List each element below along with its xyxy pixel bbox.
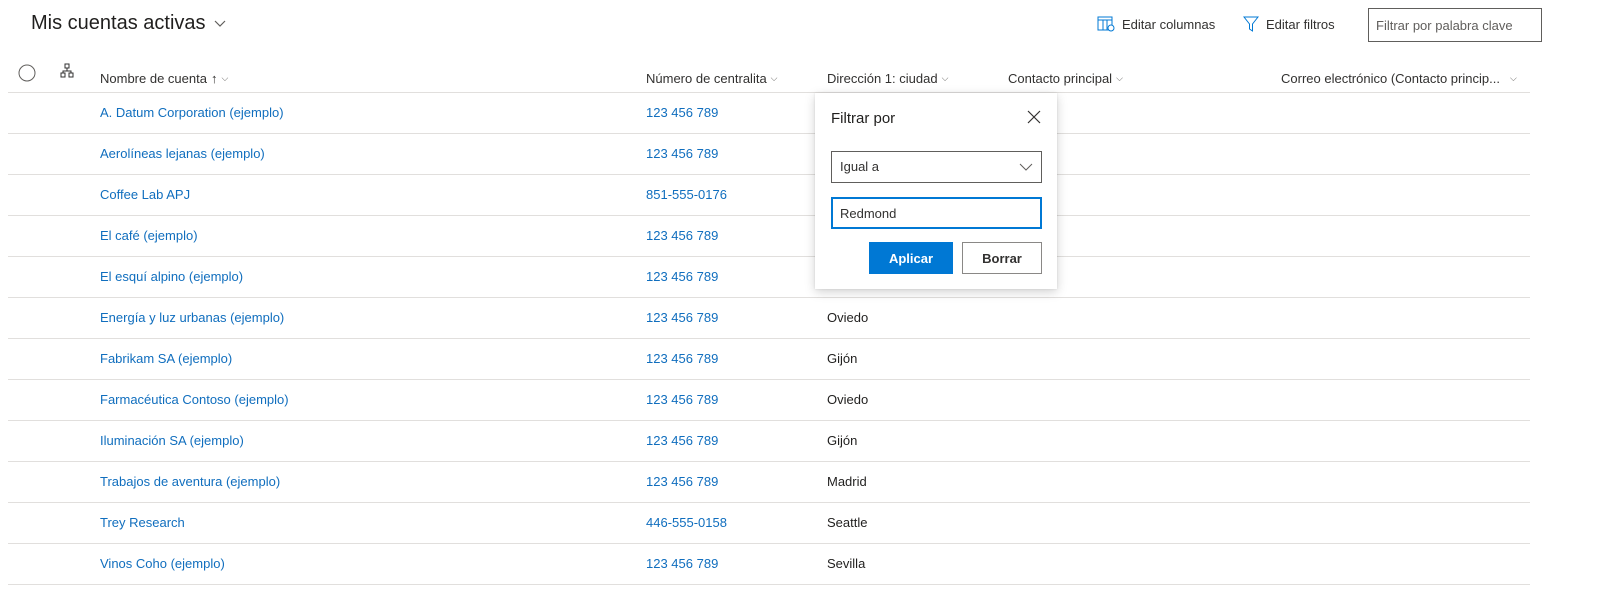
phone-link[interactable]: 123 456 789 bbox=[646, 544, 718, 584]
select-all-checkbox[interactable] bbox=[18, 64, 36, 82]
account-name-link[interactable]: A. Datum Corporation (ejemplo) bbox=[100, 93, 284, 133]
account-name-link[interactable]: Trabajos de aventura (ejemplo) bbox=[100, 462, 280, 502]
table-row[interactable]: El café (ejemplo) 123 456 789 bbox=[8, 216, 1530, 257]
table-row[interactable]: Trabajos de aventura (ejemplo) 123 456 7… bbox=[8, 462, 1530, 503]
sort-ascending-icon: ↑ bbox=[210, 71, 218, 86]
edit-columns-button[interactable]: Editar columnas bbox=[1097, 16, 1215, 32]
city-cell: Gijón bbox=[827, 433, 858, 448]
phone-link[interactable]: 123 456 789 bbox=[646, 298, 718, 338]
table-row[interactable]: Farmacéutica Contoso (ejemplo) 123 456 7… bbox=[8, 380, 1530, 421]
account-name-link[interactable]: Aerolíneas lejanas (ejemplo) bbox=[100, 134, 265, 174]
account-name-link[interactable]: Trey Research bbox=[100, 503, 185, 543]
city-cell: Gijón bbox=[827, 351, 858, 366]
chevron-down-icon: ⌵ bbox=[221, 73, 229, 83]
phone-link[interactable]: 123 456 789 bbox=[646, 257, 718, 297]
phone-link[interactable]: 123 456 789 bbox=[646, 462, 718, 502]
city-cell: Seattle bbox=[827, 515, 868, 530]
table-row[interactable]: Aerolíneas lejanas (ejemplo) 123 456 789 bbox=[8, 134, 1530, 175]
chevron-down-icon: ⌵ bbox=[770, 73, 778, 83]
account-name-link[interactable]: Fabrikam SA (ejemplo) bbox=[100, 339, 232, 379]
table-row[interactable]: Fabrikam SA (ejemplo) 123 456 789 Gijón bbox=[8, 339, 1530, 380]
page-title: Mis cuentas activas bbox=[31, 12, 206, 34]
close-icon[interactable] bbox=[1025, 108, 1043, 126]
table-row[interactable]: Coffee Lab APJ 851-555-0176 bbox=[8, 175, 1530, 216]
chevron-down-icon: ⌵ bbox=[1509, 73, 1517, 83]
account-name-link[interactable]: Vinos Coho (ejemplo) bbox=[100, 544, 225, 584]
view-selector[interactable]: Mis cuentas activas bbox=[31, 12, 226, 35]
column-header-email[interactable]: Correo electrónico (Contacto princip... ⌵ bbox=[1281, 64, 1517, 93]
column-header-city[interactable]: Dirección 1: ciudad ⌵ bbox=[827, 64, 948, 93]
table-row[interactable]: Energía y luz urbanas (ejemplo) 123 456 … bbox=[8, 298, 1530, 339]
chevron-down-icon bbox=[214, 20, 225, 27]
phone-link[interactable]: 123 456 789 bbox=[646, 339, 718, 379]
account-name-link[interactable]: Farmacéutica Contoso (ejemplo) bbox=[100, 380, 289, 420]
table-row[interactable]: El esquí alpino (ejemplo) 123 456 789 bbox=[8, 257, 1530, 298]
edit-filters-button[interactable]: Editar filtros bbox=[1243, 16, 1335, 33]
city-cell: Oviedo bbox=[827, 392, 869, 407]
account-name-link[interactable]: El café (ejemplo) bbox=[100, 216, 198, 256]
apply-button[interactable]: Aplicar bbox=[869, 242, 953, 274]
city-cell: Oviedo bbox=[827, 310, 869, 325]
city-cell: Sevilla bbox=[827, 556, 866, 571]
table-row[interactable]: A. Datum Corporation (ejemplo) 123 456 7… bbox=[8, 93, 1530, 134]
account-name-link[interactable]: El esquí alpino (ejemplo) bbox=[100, 257, 243, 297]
table-row[interactable]: Trey Research 446-555-0158 Seattle bbox=[8, 503, 1530, 544]
edit-columns-icon bbox=[1097, 16, 1115, 32]
city-cell: Madrid bbox=[827, 474, 867, 489]
account-name-link[interactable]: Energía y luz urbanas (ejemplo) bbox=[100, 298, 284, 338]
table-row[interactable]: Vinos Coho (ejemplo) 123 456 789 Sevilla bbox=[8, 544, 1530, 585]
chevron-down-icon: ⌵ bbox=[941, 73, 949, 83]
column-header-name[interactable]: Nombre de cuenta ↑ ⌵ bbox=[100, 64, 228, 93]
filter-popup: Filtrar por Igual a Aplicar Borrar bbox=[815, 93, 1057, 289]
column-header-phone[interactable]: Número de centralita ⌵ bbox=[646, 64, 778, 93]
account-name-link[interactable]: Coffee Lab APJ bbox=[100, 175, 190, 215]
hierarchy-icon[interactable] bbox=[60, 63, 75, 78]
phone-link[interactable]: 123 456 789 bbox=[646, 421, 718, 461]
clear-button[interactable]: Borrar bbox=[962, 242, 1042, 274]
phone-link[interactable]: 123 456 789 bbox=[646, 134, 718, 174]
filter-value-input[interactable] bbox=[831, 197, 1042, 229]
filter-icon bbox=[1243, 16, 1259, 32]
chevron-down-icon: ⌵ bbox=[1116, 73, 1123, 83]
phone-link[interactable]: 851-555-0176 bbox=[646, 175, 727, 215]
column-header-contact[interactable]: Contacto principal ⌵ bbox=[1008, 64, 1123, 93]
account-name-link[interactable]: Iluminación SA (ejemplo) bbox=[100, 421, 244, 461]
table-row[interactable]: Iluminación SA (ejemplo) 123 456 789 Gij… bbox=[8, 421, 1530, 462]
phone-link[interactable]: 123 456 789 bbox=[646, 380, 718, 420]
phone-link[interactable]: 123 456 789 bbox=[646, 216, 718, 256]
row-divider bbox=[8, 584, 1530, 585]
phone-link[interactable]: 446-555-0158 bbox=[646, 503, 727, 543]
filter-operator-dropdown[interactable]: Igual a bbox=[831, 151, 1042, 183]
filter-popup-title: Filtrar por bbox=[831, 110, 896, 127]
keyword-filter-input[interactable] bbox=[1368, 8, 1542, 42]
chevron-down-icon bbox=[1019, 163, 1033, 171]
phone-link[interactable]: 123 456 789 bbox=[646, 93, 718, 133]
